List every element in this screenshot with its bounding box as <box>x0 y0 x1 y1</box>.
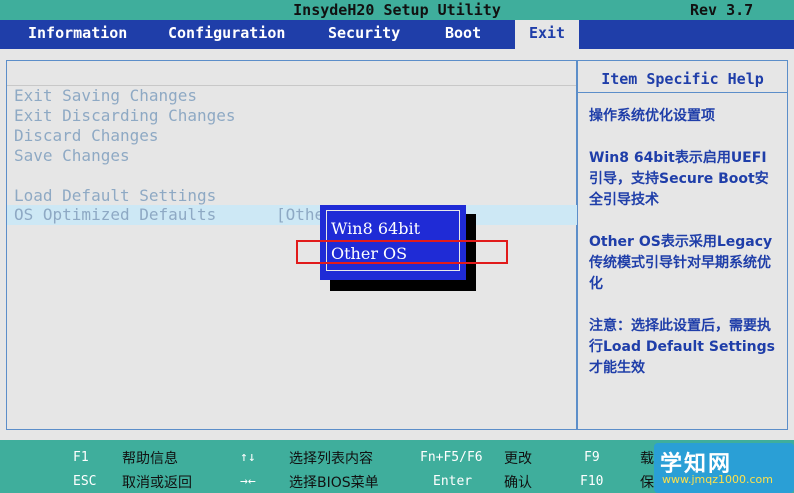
watermark-url: www.jmqz1000.com <box>662 473 773 486</box>
footer-desc-select-menu: 选择BIOS菜单 <box>289 475 379 491</box>
popup-option-win8-64bit[interactable]: Win8 64bit <box>331 219 420 238</box>
footer-desc-confirm: 确认 <box>504 475 532 491</box>
menu-item-load-default-settings[interactable]: Load Default Settings <box>14 186 216 205</box>
footer-key-esc: ESC <box>73 474 97 489</box>
footer-desc-change: 更改 <box>504 451 532 467</box>
revision-label: Rev 3.7 <box>690 1 754 19</box>
tab-information[interactable]: Information <box>28 20 127 49</box>
footer-desc-help: 帮助信息 <box>122 451 178 467</box>
tab-exit[interactable]: Exit <box>515 20 579 49</box>
options-panel-header <box>7 61 576 86</box>
up-down-arrow-icon: ↑↓ <box>240 450 256 465</box>
left-right-arrow-icon: →← <box>240 474 256 489</box>
menu-item-exit-discarding-changes[interactable]: Exit Discarding Changes <box>14 106 236 125</box>
menu-item-discard-changes[interactable]: Discard Changes <box>14 126 159 145</box>
footer-key-enter: Enter <box>433 474 473 489</box>
footer-key-f10: F10 <box>580 474 604 489</box>
footer-key-f1: F1 <box>73 450 89 465</box>
footer-desc-select-item: 选择列表内容 <box>289 451 373 467</box>
menu-item-save-changes[interactable]: Save Changes <box>14 146 130 165</box>
footer-desc-load: 载 <box>640 451 654 467</box>
tab-boot[interactable]: Boot <box>445 20 481 49</box>
tab-security[interactable]: Security <box>328 20 400 49</box>
os-optimized-defaults-value[interactable]: [Othe <box>276 205 324 224</box>
tab-configuration[interactable]: Configuration <box>168 20 285 49</box>
footer-key-fn-f5-f6: Fn+F5/F6 <box>420 450 483 465</box>
menu-item-os-optimized-defaults[interactable]: OS Optimized Defaults <box>14 205 216 224</box>
help-paragraph: Win8 64bit表示启用UEFI引导，支持Secure Boot安全引导技术 <box>589 150 769 208</box>
highlight-annotation-box <box>296 240 508 264</box>
footer-key-f9: F9 <box>584 450 600 465</box>
footer-desc-cancel: 取消或返回 <box>122 475 192 491</box>
help-paragraph: Other OS表示采用Legacy传统模式引导针对早期系统优化 <box>589 234 773 292</box>
help-panel-title: Item Specific Help <box>578 62 787 93</box>
footer-desc-save: 保 <box>640 475 654 491</box>
menu-bar: Information Configuration Security Boot … <box>0 20 794 49</box>
help-paragraph: 注意：选择此设置后，需要执行Load Default Settings才能生效 <box>589 318 775 376</box>
menu-item-exit-saving-changes[interactable]: Exit Saving Changes <box>14 86 197 105</box>
help-paragraph: 操作系统优化设置项 <box>589 108 715 124</box>
app-title: InsydeH20 Setup Utility <box>293 1 501 19</box>
